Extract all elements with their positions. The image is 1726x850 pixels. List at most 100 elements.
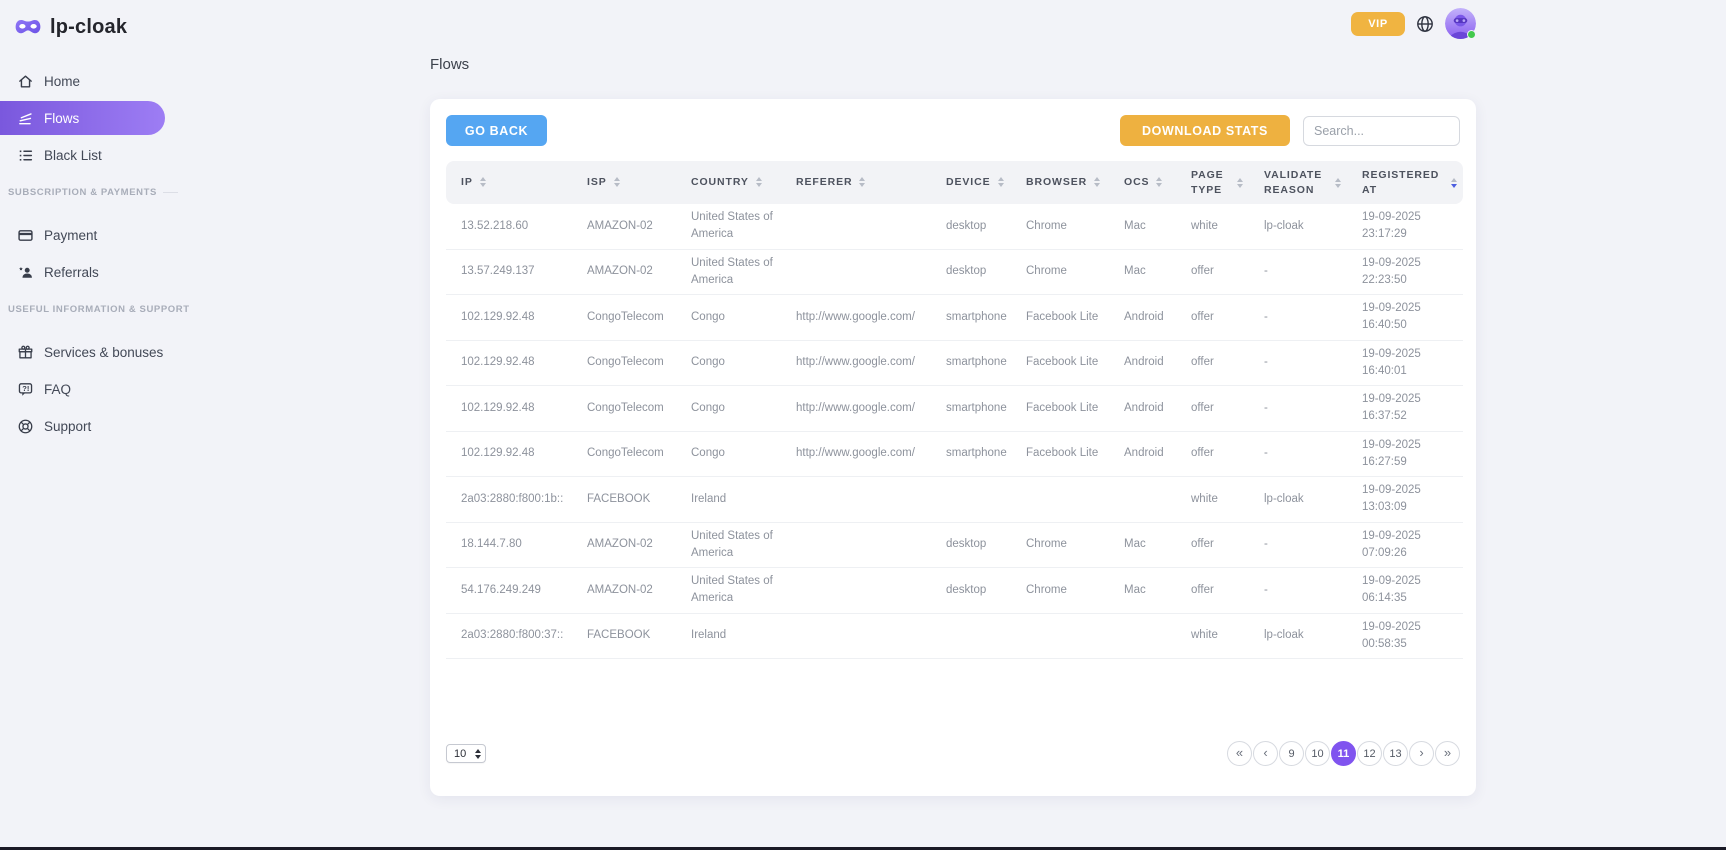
language-globe-icon[interactable] bbox=[1416, 15, 1434, 33]
sidebar-nav: Home Flows Black List bbox=[0, 64, 180, 172]
cell-device: smartphone bbox=[931, 295, 1011, 341]
select-stepper-icon bbox=[475, 749, 481, 759]
column-header-ip[interactable]: IP bbox=[446, 161, 572, 204]
sidebar-section-title: USEFUL INFORMATION & SUPPORT bbox=[0, 304, 180, 315]
sidebar-item-label: Flows bbox=[44, 111, 79, 126]
column-header-page-type[interactable]: PAGE TYPE bbox=[1176, 161, 1249, 204]
cell-browser: Chrome bbox=[1011, 568, 1109, 614]
brand-logo[interactable]: lp-cloak bbox=[0, 10, 180, 44]
cell-validate-reason: - bbox=[1249, 295, 1347, 341]
table-row: 102.129.92.48CongoTelecomCongohttp://www… bbox=[446, 386, 1463, 432]
cell-ip: 102.129.92.48 bbox=[446, 386, 572, 432]
download-stats-button[interactable]: DOWNLOAD STATS bbox=[1120, 115, 1290, 146]
sidebar-item-home[interactable]: Home bbox=[0, 64, 165, 98]
sidebar-item-faq[interactable]: ?! FAQ bbox=[0, 372, 165, 406]
page-button-11-active[interactable]: 11 bbox=[1331, 741, 1356, 766]
column-header-ocs[interactable]: OCS bbox=[1109, 161, 1176, 204]
sidebar-item-support[interactable]: Support bbox=[0, 409, 165, 443]
go-back-button[interactable]: GO BACK bbox=[446, 115, 547, 146]
cell-referer bbox=[781, 613, 931, 659]
prev-page-button[interactable]: ‹ bbox=[1253, 741, 1278, 766]
table-row: 2a03:2880:f800:37::FACEBOOKIrelandwhitel… bbox=[446, 613, 1463, 659]
cell-ip: 102.129.92.48 bbox=[446, 340, 572, 386]
cell-ocs: Android bbox=[1109, 340, 1176, 386]
cell-ip: 102.129.92.48 bbox=[446, 295, 572, 341]
sidebar-item-black-list[interactable]: Black List bbox=[0, 138, 165, 172]
referral-user-icon bbox=[17, 264, 34, 281]
first-page-button[interactable]: « bbox=[1227, 741, 1252, 766]
topbar: VIP bbox=[430, 0, 1476, 40]
cell-isp: FACEBOOK bbox=[572, 477, 676, 523]
search-input[interactable] bbox=[1303, 116, 1460, 146]
last-page-button[interactable]: » bbox=[1435, 741, 1460, 766]
card-toolbar: GO BACK DOWNLOAD STATS bbox=[446, 114, 1460, 147]
sidebar-item-payment[interactable]: Payment bbox=[0, 218, 165, 252]
cell-device: smartphone bbox=[931, 431, 1011, 477]
column-header-isp[interactable]: ISP bbox=[572, 161, 676, 204]
cell-device: smartphone bbox=[931, 340, 1011, 386]
sidebar-item-label: FAQ bbox=[44, 382, 71, 397]
sidebar-item-label: Services & bonuses bbox=[44, 345, 163, 360]
sidebar-item-referrals[interactable]: Referrals bbox=[0, 255, 165, 289]
cell-ocs: Android bbox=[1109, 386, 1176, 432]
faq-bubble-icon: ?! bbox=[17, 381, 34, 398]
page-size-select[interactable]: 10 bbox=[446, 744, 486, 763]
page-button-13[interactable]: 13 bbox=[1383, 741, 1408, 766]
cell-ocs: Mac bbox=[1109, 249, 1176, 295]
sidebar-item-label: Home bbox=[44, 74, 80, 89]
sidebar-item-label: Black List bbox=[44, 148, 102, 163]
cell-isp: CongoTelecom bbox=[572, 431, 676, 477]
cell-page-type: offer bbox=[1176, 249, 1249, 295]
sort-icon bbox=[1335, 178, 1341, 188]
flows-icon bbox=[17, 110, 34, 127]
cell-referer: http://www.google.com/ bbox=[781, 295, 931, 341]
column-header-validate-reason[interactable]: VALIDATE REASON bbox=[1249, 161, 1347, 204]
cell-registered-at: 19-09-2025 23:17:29 bbox=[1347, 204, 1463, 249]
vip-button[interactable]: VIP bbox=[1351, 12, 1405, 36]
cell-country: United States of America bbox=[676, 522, 781, 568]
page-button-10[interactable]: 10 bbox=[1305, 741, 1330, 766]
pagination-row: 10 « ‹ 9 10 11 12 13 › » bbox=[446, 741, 1460, 766]
sidebar-section-title: SUBSCRIPTION & PAYMENTS bbox=[0, 187, 180, 198]
cell-referer: http://www.google.com/ bbox=[781, 431, 931, 477]
cell-country: United States of America bbox=[676, 568, 781, 614]
cell-referer bbox=[781, 568, 931, 614]
sidebar-item-services-bonuses[interactable]: Services & bonuses bbox=[0, 335, 165, 369]
column-header-browser[interactable]: BROWSER bbox=[1011, 161, 1109, 204]
cell-isp: CongoTelecom bbox=[572, 295, 676, 341]
sort-icon bbox=[859, 177, 865, 187]
bulleted-list-icon bbox=[17, 147, 34, 164]
page-button-9[interactable]: 9 bbox=[1279, 741, 1304, 766]
sidebar-item-label: Payment bbox=[44, 228, 97, 243]
cell-page-type: offer bbox=[1176, 295, 1249, 341]
sidebar-item-flows[interactable]: Flows bbox=[0, 101, 165, 135]
column-header-device[interactable]: DEVICE bbox=[931, 161, 1011, 204]
cell-country: United States of America bbox=[676, 204, 781, 249]
cell-browser bbox=[1011, 477, 1109, 523]
column-header-country[interactable]: COUNTRY bbox=[676, 161, 781, 204]
next-page-button[interactable]: › bbox=[1409, 741, 1434, 766]
cell-ocs: Android bbox=[1109, 431, 1176, 477]
sidebar-nav-support: Services & bonuses ?! FAQ Support bbox=[0, 335, 180, 443]
cell-referer bbox=[781, 249, 931, 295]
cell-ocs bbox=[1109, 613, 1176, 659]
column-header-referer[interactable]: REFERER bbox=[781, 161, 931, 204]
sidebar: lp-cloak Home Flows bbox=[0, 0, 180, 850]
column-header-registered-at[interactable]: REGISTERED AT bbox=[1347, 161, 1463, 204]
cell-registered-at: 19-09-2025 16:40:01 bbox=[1347, 340, 1463, 386]
brand-name: lp-cloak bbox=[50, 16, 127, 39]
sort-icon bbox=[614, 177, 620, 187]
user-avatar[interactable] bbox=[1445, 8, 1476, 39]
cell-referer: http://www.google.com/ bbox=[781, 386, 931, 432]
sort-icon-active-desc bbox=[1451, 178, 1457, 188]
cell-page-type: white bbox=[1176, 613, 1249, 659]
cell-country: Congo bbox=[676, 386, 781, 432]
cell-browser: Facebook Lite bbox=[1011, 431, 1109, 477]
credit-card-icon bbox=[17, 227, 34, 244]
online-status-dot bbox=[1467, 30, 1476, 39]
page-button-12[interactable]: 12 bbox=[1357, 741, 1382, 766]
cell-country: Ireland bbox=[676, 613, 781, 659]
cell-device: desktop bbox=[931, 204, 1011, 249]
cell-registered-at: 19-09-2025 22:23:50 bbox=[1347, 249, 1463, 295]
main-area: VIP Flows bbox=[180, 0, 1726, 850]
